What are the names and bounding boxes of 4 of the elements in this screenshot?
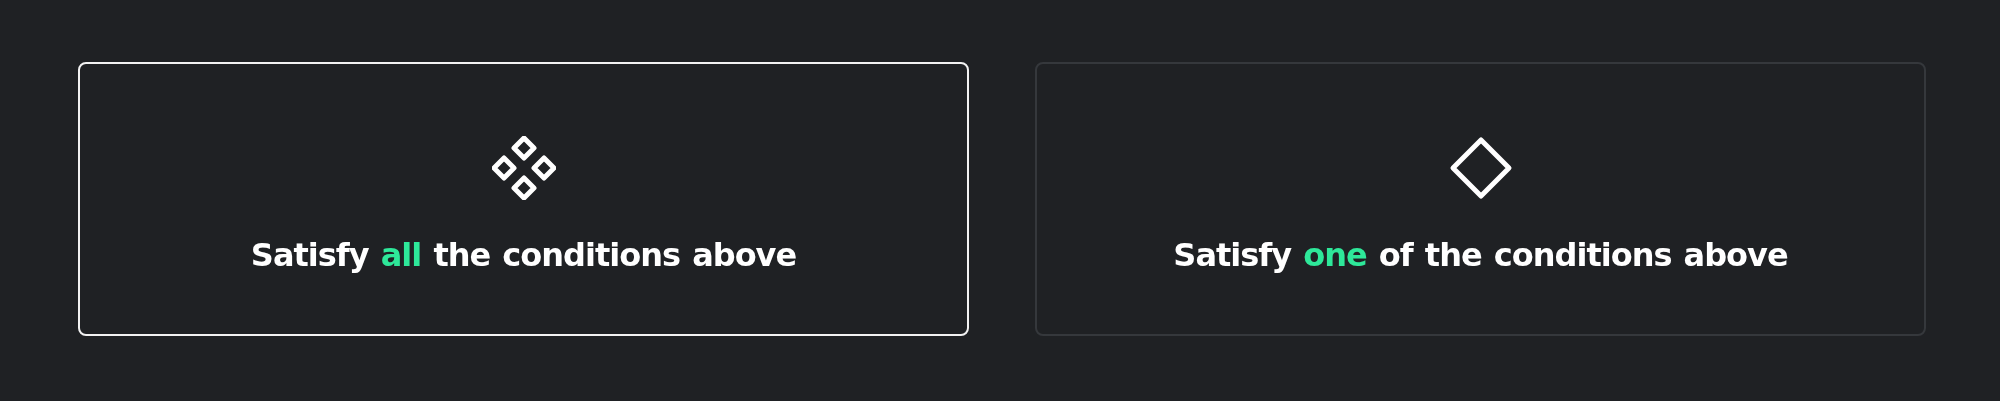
diamond-icon <box>1448 136 1513 200</box>
option-card[interactable]: Satisfy all the conditions above <box>78 62 969 336</box>
option-card[interactable]: Satisfy one of the conditions above <box>1035 62 1926 336</box>
diamond-cluster-icon <box>491 136 556 200</box>
